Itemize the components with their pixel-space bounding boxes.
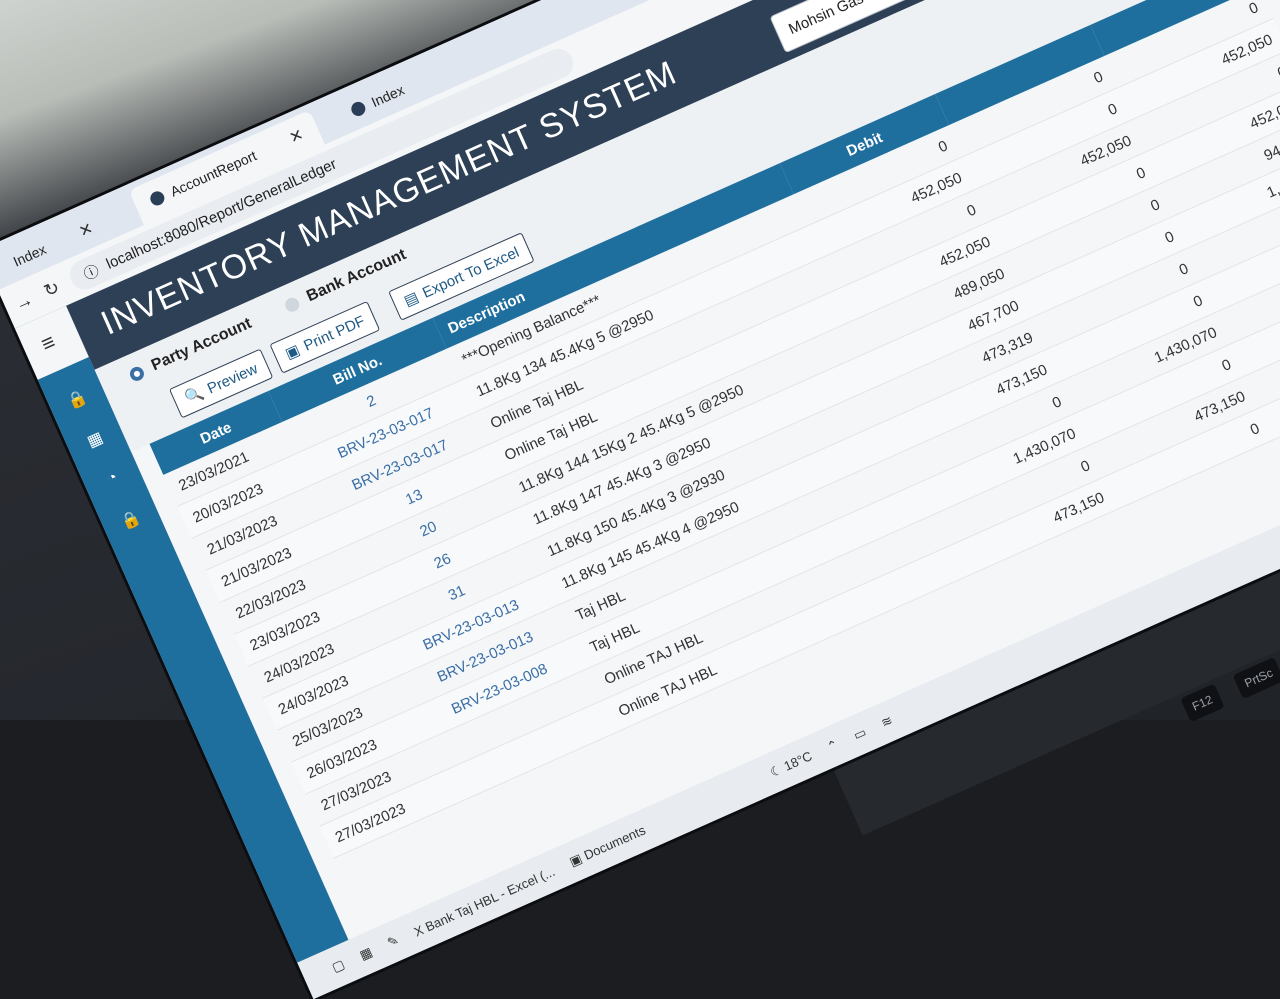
search-icon: 🔍 xyxy=(182,384,207,408)
excel-icon: X xyxy=(411,921,426,940)
close-icon[interactable]: ✕ xyxy=(76,218,96,242)
hamburger-icon[interactable]: ≡ xyxy=(37,329,59,358)
radio-indicator[interactable] xyxy=(283,295,302,314)
tab-label: Index xyxy=(368,81,407,111)
paint-icon[interactable]: ✎ xyxy=(385,932,401,951)
pdf-icon: ▣ xyxy=(282,341,303,363)
reload-icon[interactable]: ↻ xyxy=(41,277,63,302)
globe-icon xyxy=(349,99,368,119)
forward-icon[interactable]: → xyxy=(11,288,36,315)
wifi-icon[interactable]: ≋ xyxy=(879,712,895,731)
battery-icon[interactable]: ▭ xyxy=(851,724,869,744)
pie-chart-icon[interactable]: ◔ xyxy=(100,467,126,493)
tab-label: Index xyxy=(10,241,49,270)
weather-widget[interactable]: ☾ 18°C xyxy=(768,748,815,781)
excel-icon: ▤ xyxy=(401,288,422,310)
weather-temp: 18°C xyxy=(781,748,815,774)
calculator-icon[interactable]: ▦ xyxy=(357,944,375,964)
site-info-icon[interactable]: ⓘ xyxy=(80,259,102,284)
grid-icon[interactable]: ▦ xyxy=(82,426,108,452)
globe-icon xyxy=(148,189,167,208)
lock-icon[interactable]: 🔒 xyxy=(118,507,144,533)
button-label: Preview xyxy=(204,359,261,398)
lock-icon[interactable]: 🔒 xyxy=(64,386,90,412)
close-icon[interactable]: ✕ xyxy=(286,125,306,149)
file-icon[interactable]: ▢ xyxy=(330,956,348,976)
radio-indicator[interactable] xyxy=(127,364,147,384)
button-label: Print PDF xyxy=(300,312,368,355)
folder-icon: ▣ xyxy=(567,850,585,870)
moon-icon: ☾ xyxy=(767,761,785,780)
chevron-up-icon[interactable]: ⌃ xyxy=(825,736,841,755)
